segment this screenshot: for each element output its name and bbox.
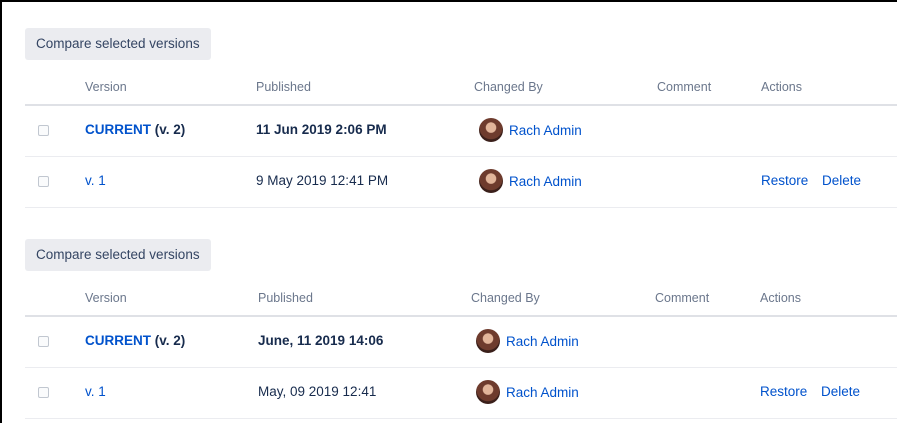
published-date: 11 Jun 2019 2:06 PM [256,122,387,137]
restore-link[interactable]: Restore [760,384,807,399]
version-cell: v. 1 [85,173,106,188]
published-date: 9 May 2019 12:41 PM [256,173,389,188]
user-name[interactable]: Rach Admin [506,385,579,400]
version-cell: CURRENT (v. 2) [85,333,185,348]
table-row: CURRENT (v. 2) 11 Jun 2019 2:06 PM Rach … [25,106,897,157]
column-header-version: Version [85,80,127,94]
delete-link[interactable]: Delete [821,384,860,399]
row-select-checkbox[interactable] [38,125,49,136]
table-header: Version Published Changed By Comment Act… [25,283,897,317]
user-avatar [476,329,500,353]
user-name[interactable]: Rach Admin [506,334,579,349]
user-avatar [476,380,500,404]
column-header-changed-by: Changed By [471,291,540,305]
compare-selected-versions-button[interactable]: Compare selected versions [25,28,211,60]
user-avatar [479,169,503,193]
version-cell: v. 1 [85,384,106,399]
version-number: (v. 2) [154,333,186,348]
row-select-checkbox[interactable] [38,387,49,398]
column-header-published: Published [256,80,311,94]
column-header-comment: Comment [657,80,712,94]
column-header-actions: Actions [761,80,802,94]
changed-by-user[interactable]: Rach Admin [479,118,582,142]
column-header-comment: Comment [655,291,710,305]
user-name[interactable]: Rach Admin [509,123,582,138]
version-number: (v. 2) [154,122,186,137]
table-row: v. 1 May, 09 2019 12:41 Rach Admin Resto… [25,368,897,419]
column-header-actions: Actions [760,291,801,305]
restore-link[interactable]: Restore [761,173,808,188]
published-date: May, 09 2019 12:41 [258,384,377,399]
published-date: June, 11 2019 14:06 [258,333,384,348]
changed-by-user[interactable]: Rach Admin [476,329,579,353]
changed-by-user[interactable]: Rach Admin [479,169,582,193]
delete-link[interactable]: Delete [822,173,861,188]
column-header-changed-by: Changed By [474,80,543,94]
row-select-checkbox[interactable] [38,336,49,347]
page-frame: Compare selected versions Version Publis… [0,0,897,423]
current-version-link[interactable]: CURRENT [85,122,151,137]
current-version-link[interactable]: CURRENT [85,333,151,348]
compare-selected-versions-button[interactable]: Compare selected versions [25,239,211,271]
column-header-version: Version [85,291,127,305]
user-name[interactable]: Rach Admin [509,174,582,189]
table-row: v. 1 9 May 2019 12:41 PM Rach Admin Rest… [25,157,897,208]
column-header-published: Published [258,291,313,305]
table-row: CURRENT (v. 2) June, 11 2019 14:06 Rach … [25,317,897,368]
version-link[interactable]: v. 1 [85,173,106,188]
version-link[interactable]: v. 1 [85,384,106,399]
user-avatar [479,118,503,142]
version-cell: CURRENT (v. 2) [85,122,185,137]
row-select-checkbox[interactable] [38,176,49,187]
table-header: Version Published Changed By Comment Act… [25,72,897,106]
changed-by-user[interactable]: Rach Admin [476,380,579,404]
